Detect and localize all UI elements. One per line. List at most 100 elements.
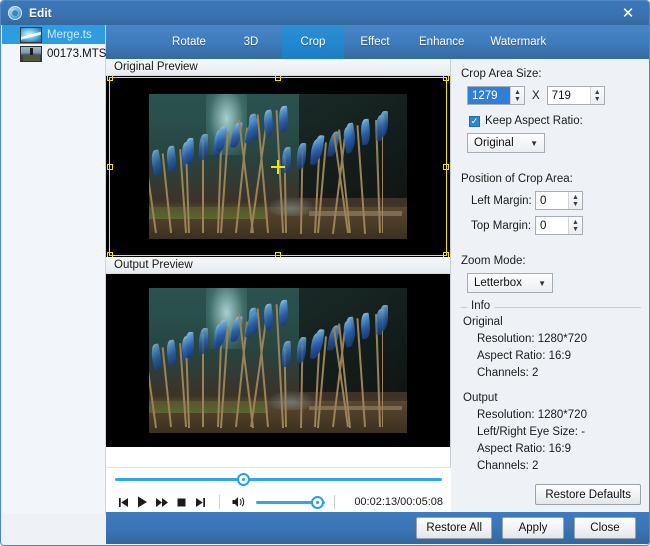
aspect-ratio-select[interactable]: Original ▼ xyxy=(467,133,545,153)
crop-size-separator: X xyxy=(532,90,540,102)
scene-feather xyxy=(165,145,178,172)
file-name: Merge.ts xyxy=(47,29,92,41)
scene-feather xyxy=(263,303,275,330)
apply-button[interactable]: Apply xyxy=(502,517,564,539)
tab-enhance[interactable]: Enhance xyxy=(406,25,477,59)
scene-feather xyxy=(278,299,289,326)
stop-icon[interactable] xyxy=(172,492,191,512)
chevron-down-icon: ▼ xyxy=(530,139,538,148)
top-margin-label: Top Margin: xyxy=(471,220,535,232)
scene-feather xyxy=(199,134,208,160)
crop-height-input[interactable] xyxy=(548,87,590,104)
control-divider xyxy=(334,495,335,509)
playback-time: 00:02:13/00:05:08 xyxy=(354,496,443,508)
crop-area-size-label: Crop Area Size: xyxy=(461,68,641,80)
scene-feather xyxy=(184,137,194,163)
crop-height-stepper[interactable]: ▲▼ xyxy=(547,86,605,105)
tab-effect[interactable]: Effect xyxy=(344,25,406,59)
chevron-down-icon: ▼ xyxy=(538,279,546,288)
scene-creature xyxy=(268,197,314,216)
crop-width-stepper[interactable]: ▲▼ xyxy=(467,86,525,105)
seek-slider[interactable] xyxy=(115,478,442,481)
output-preview-stage xyxy=(106,274,450,447)
skip-previous-icon[interactable] xyxy=(114,492,133,512)
top-margin-stepper[interactable]: ▲▼ xyxy=(535,216,583,235)
edit-tab-bar: Rotate 3D Crop Effect Enhance Watermark xyxy=(106,25,650,59)
transport-row: 00:02:13/00:05:08 xyxy=(106,490,451,514)
tab-3d[interactable]: 3D xyxy=(220,25,282,59)
list-item[interactable]: Merge.ts xyxy=(2,25,105,44)
close-icon[interactable]: ✕ xyxy=(611,2,645,23)
tab-rotate[interactable]: Rotate xyxy=(158,25,220,59)
tab-crop[interactable]: Crop xyxy=(282,25,344,59)
tab-watermark[interactable]: Watermark xyxy=(477,25,559,59)
position-of-crop-area-label: Position of Crop Area: xyxy=(461,173,641,185)
info-output-channels: Channels: 2 xyxy=(477,460,641,472)
scene-feather xyxy=(165,339,178,366)
scene-feather xyxy=(184,331,194,357)
info-legend: Info xyxy=(467,300,494,312)
zoom-mode-value: Letterbox xyxy=(474,277,522,289)
keep-aspect-ratio-label: Keep Aspect Ratio: xyxy=(485,115,583,127)
info-output-eye-size: Left/Right Eye Size: - xyxy=(477,426,641,438)
scene-plank xyxy=(309,406,402,410)
info-output-resolution: Resolution: 1280*720 xyxy=(477,409,641,421)
keep-aspect-ratio-checkbox[interactable]: ✓ xyxy=(469,116,480,127)
output-preview-header: Output Preview xyxy=(106,257,450,274)
scene-creature xyxy=(268,391,314,410)
scene-feather xyxy=(199,328,208,354)
left-margin-input[interactable] xyxy=(536,192,568,209)
file-name: 00173.MTS xyxy=(47,48,106,60)
seek-slider-handle[interactable] xyxy=(237,473,250,486)
info-original-channels: Channels: 2 xyxy=(477,367,641,379)
info-section: Info Original Resolution: 1280*720 Aspec… xyxy=(461,307,641,472)
seek-row xyxy=(106,468,451,490)
info-output-heading: Output xyxy=(463,392,641,404)
info-original-aspect-ratio: Aspect Ratio: 16:9 xyxy=(477,350,641,362)
edit-window: Edit ✕ Merge.ts 00173.MTS Rotate 3D Crop… xyxy=(0,0,650,546)
player-controls: 00:02:13/00:05:08 xyxy=(106,467,451,514)
skip-next-icon[interactable] xyxy=(191,492,210,512)
app-globe-icon xyxy=(8,6,22,20)
list-item[interactable]: 00173.MTS xyxy=(2,44,105,63)
zoom-mode-label: Zoom Mode: xyxy=(461,255,641,267)
play-icon[interactable] xyxy=(133,492,152,512)
info-original-resolution: Resolution: 1280*720 xyxy=(477,333,641,345)
title-bar: Edit ✕ xyxy=(1,1,650,25)
restore-defaults-button[interactable]: Restore Defaults xyxy=(535,484,641,505)
scene-feather xyxy=(281,341,291,367)
settings-column: Crop Area Size: ▲▼ X ▲▼ ✓ Keep Aspect Ra… xyxy=(452,59,650,514)
close-button[interactable]: Close xyxy=(574,517,636,539)
video-frame-output xyxy=(106,274,450,447)
video-thumbnail-icon xyxy=(20,27,42,43)
crop-panel: Original Preview xyxy=(106,59,650,514)
volume-slider-handle[interactable] xyxy=(311,496,324,509)
original-preview-stage[interactable] xyxy=(106,76,450,257)
window-title: Edit xyxy=(29,6,52,20)
volume-slider[interactable] xyxy=(256,501,326,504)
crop-width-input[interactable] xyxy=(468,87,510,104)
file-list-sidebar: Merge.ts 00173.MTS xyxy=(2,25,106,514)
volume-icon[interactable] xyxy=(229,492,248,512)
scene-feather xyxy=(281,147,291,173)
left-margin-stepper[interactable]: ▲▼ xyxy=(535,191,583,210)
aspect-ratio-value: Original xyxy=(474,137,514,149)
left-margin-label: Left Margin: xyxy=(471,195,535,207)
control-divider xyxy=(219,495,220,509)
restore-all-button[interactable]: Restore All xyxy=(416,517,492,539)
top-margin-input[interactable] xyxy=(536,217,568,234)
scene-feather xyxy=(263,109,275,136)
zoom-mode-select[interactable]: Letterbox ▼ xyxy=(467,273,553,293)
crop-height-spinner-arrows[interactable]: ▲▼ xyxy=(590,87,604,104)
scene-plank xyxy=(309,211,402,215)
original-preview-header: Original Preview xyxy=(106,59,450,76)
info-output-aspect-ratio: Aspect Ratio: 16:9 xyxy=(477,443,641,455)
crop-width-spinner-arrows[interactable]: ▲▼ xyxy=(510,87,524,104)
preview-column: Original Preview xyxy=(106,59,451,514)
video-frame-original xyxy=(106,76,450,257)
info-original-heading: Original xyxy=(463,316,641,328)
fast-forward-icon[interactable] xyxy=(153,492,172,512)
left-margin-spinner-arrows[interactable]: ▲▼ xyxy=(568,192,582,209)
scene-feather xyxy=(278,105,289,132)
top-margin-spinner-arrows[interactable]: ▲▼ xyxy=(568,217,582,234)
